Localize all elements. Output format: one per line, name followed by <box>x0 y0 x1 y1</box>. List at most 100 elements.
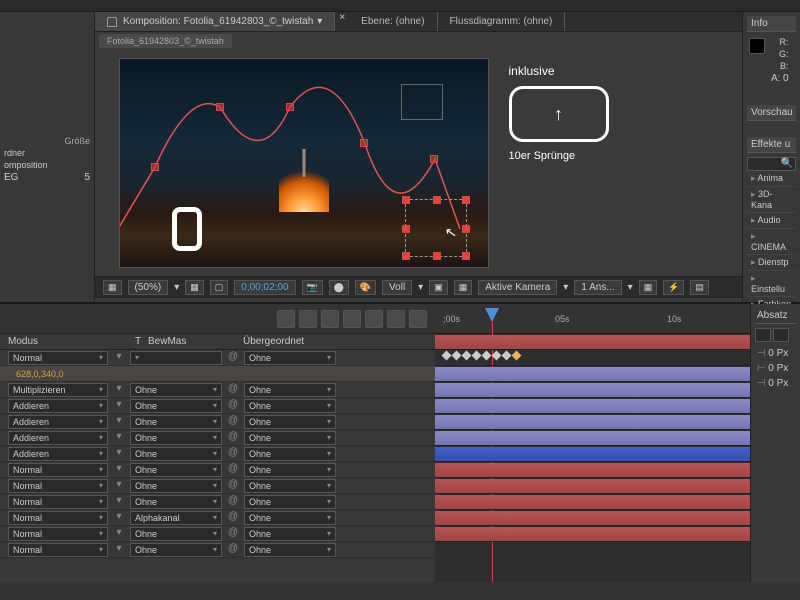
parent-select[interactable]: Ohne <box>244 495 336 509</box>
blend-mode-select[interactable]: Addieren <box>8 399 108 413</box>
trkmat-select[interactable]: Ohne <box>130 463 222 477</box>
layer-duration-bar[interactable] <box>435 495 750 509</box>
track-matte-icon[interactable]: ▾ <box>112 495 126 509</box>
pixel-aspect-icon[interactable]: ▦ <box>103 280 122 295</box>
motion-handle[interactable] <box>216 103 224 111</box>
trkmat-select[interactable]: Ohne <box>130 495 222 509</box>
timeline-layer-row[interactable]: Addieren▾Ohne@Ohne <box>0 414 435 430</box>
blend-mode-select[interactable]: Normal <box>8 495 108 509</box>
paragraph-header[interactable]: Absatz <box>755 308 796 324</box>
tab-flowchart[interactable]: Flussdiagramm: (ohne) <box>438 12 566 31</box>
chevron-down-icon[interactable]: ▾ <box>563 282 568 293</box>
blend-mode-select[interactable]: Addieren <box>8 447 108 461</box>
pickwhip-icon[interactable]: @ <box>226 431 240 445</box>
timeline-layer-row[interactable]: Addieren▾Ohne@Ohne <box>0 430 435 446</box>
track-matte-icon[interactable]: ▾ <box>112 543 126 557</box>
resolution-select[interactable]: Voll <box>382 280 412 295</box>
timeline-layer-row[interactable]: Normal▾Ohne@Ohne <box>0 542 435 558</box>
layer-duration-bar[interactable] <box>435 399 750 413</box>
trkmat-select[interactable]: Ohne <box>130 383 222 397</box>
resize-handle[interactable] <box>433 252 441 260</box>
timeline-layer-row[interactable]: Addieren▾Ohne@Ohne <box>0 446 435 462</box>
timecode-display[interactable]: 0;00;02;00 <box>234 280 295 295</box>
shy-icon[interactable] <box>277 310 295 328</box>
track-matte-icon[interactable]: ▾ <box>112 415 126 429</box>
effects-category[interactable]: Audio <box>747 213 796 229</box>
parent-select[interactable]: Ohne <box>244 431 336 445</box>
camera-select[interactable]: Aktive Kamera <box>478 280 557 295</box>
layer-shape[interactable] <box>172 207 202 251</box>
blend-mode-select[interactable]: Normal <box>8 351 108 365</box>
resize-handle[interactable] <box>402 252 410 260</box>
motion-handle[interactable] <box>286 103 294 111</box>
resize-handle[interactable] <box>402 196 410 204</box>
parent-select[interactable]: Ohne <box>244 447 336 461</box>
trkmat-select[interactable]: Ohne <box>130 447 222 461</box>
trkmat-select[interactable]: Ohne <box>130 431 222 445</box>
layer-duration-bar[interactable] <box>435 383 750 397</box>
trkmat-select[interactable]: Alphakanal <box>130 511 222 525</box>
preview-panel-header[interactable]: Vorschau <box>747 105 796 121</box>
project-item-comp[interactable]: omposition <box>4 160 90 170</box>
layer-track[interactable] <box>435 462 750 478</box>
effects-category[interactable]: 3D-Kana <box>747 187 796 213</box>
comp-breadcrumb[interactable]: Fotolia_61942803_©_twistah <box>99 34 232 48</box>
layer-duration-bar[interactable] <box>435 447 750 461</box>
view-layout-icon[interactable]: ▦ <box>639 280 658 295</box>
parent-select[interactable]: Ohne <box>244 543 336 557</box>
zoom-select[interactable]: (50%) <box>128 280 169 295</box>
pickwhip-icon[interactable]: @ <box>226 463 240 477</box>
timeline-layer-row[interactable]: Normal▾Ohne@Ohne <box>0 526 435 542</box>
property-row[interactable]: 628,0,340,0 <box>0 366 435 382</box>
keyframe-icon[interactable] <box>472 351 482 361</box>
track-matte-icon[interactable]: ▾ <box>112 431 126 445</box>
blend-mode-select[interactable]: Normal <box>8 511 108 525</box>
layer-track[interactable] <box>435 494 750 510</box>
channel-icon[interactable]: ⬤ <box>329 280 349 295</box>
resize-handle[interactable] <box>462 196 470 204</box>
trkmat-select[interactable]: Ohne <box>130 479 222 493</box>
effects-category[interactable]: Anima <box>747 171 796 187</box>
effects-panel-header[interactable]: Effekte u <box>747 137 796 153</box>
trkmat-select[interactable]: Ohne <box>130 415 222 429</box>
timeline-layer-row[interactable]: Normal▾Ohne@Ohne <box>0 478 435 494</box>
blend-mode-select[interactable]: Normal <box>8 463 108 477</box>
color-mgmt-icon[interactable]: 🎨 <box>355 280 376 295</box>
resize-handle[interactable] <box>462 252 470 260</box>
timeline-layer-row[interactable]: Addieren▾Ohne@Ohne <box>0 398 435 414</box>
effects-category[interactable]: Einstellu <box>747 271 796 297</box>
region-icon[interactable]: ▣ <box>429 280 448 295</box>
motion-blur-icon[interactable] <box>343 310 361 328</box>
position-value[interactable]: 628,0,340,0 <box>8 369 72 379</box>
layer-track[interactable] <box>435 446 750 462</box>
layer-track[interactable] <box>435 334 750 350</box>
project-item-folder[interactable]: rdner <box>4 148 90 158</box>
keyframe-icon[interactable] <box>462 351 472 361</box>
layer-track[interactable] <box>435 430 750 446</box>
resize-handle[interactable] <box>402 225 410 233</box>
trkmat-select[interactable]: Ohne <box>130 399 222 413</box>
pickwhip-icon[interactable]: @ <box>226 399 240 413</box>
header-mode[interactable]: Modus <box>8 336 128 347</box>
blend-mode-select[interactable]: Addieren <box>8 415 108 429</box>
layer-track[interactable] <box>435 398 750 414</box>
fast-preview-icon[interactable]: ⚡ <box>663 280 684 295</box>
keyframe-icon[interactable] <box>442 351 452 361</box>
parent-select[interactable]: Ohne <box>244 383 336 397</box>
motion-handle[interactable] <box>430 155 438 163</box>
frame-blend-icon[interactable] <box>321 310 339 328</box>
effects-category[interactable]: Dienstp <box>747 255 796 271</box>
blend-mode-select[interactable]: Normal <box>8 479 108 493</box>
timeline-layer-row[interactable]: Normal▾Ohne@Ohne <box>0 494 435 510</box>
draft-3d-icon[interactable] <box>409 310 427 328</box>
header-trkmat[interactable]: BewMas <box>148 336 243 347</box>
track-matte-icon[interactable]: ▾ <box>112 399 126 413</box>
timeline-tracks-area[interactable]: ;00s 05s 10s <box>435 304 750 582</box>
close-icon[interactable]: × <box>335 12 349 31</box>
layer-duration-bar[interactable] <box>435 367 750 381</box>
parent-select[interactable]: Ohne <box>244 415 336 429</box>
pickwhip-icon[interactable]: @ <box>226 447 240 461</box>
layer-duration-bar[interactable] <box>435 511 750 525</box>
info-panel-header[interactable]: Info <box>747 16 796 32</box>
grid-icon[interactable]: ▦ <box>185 280 204 295</box>
